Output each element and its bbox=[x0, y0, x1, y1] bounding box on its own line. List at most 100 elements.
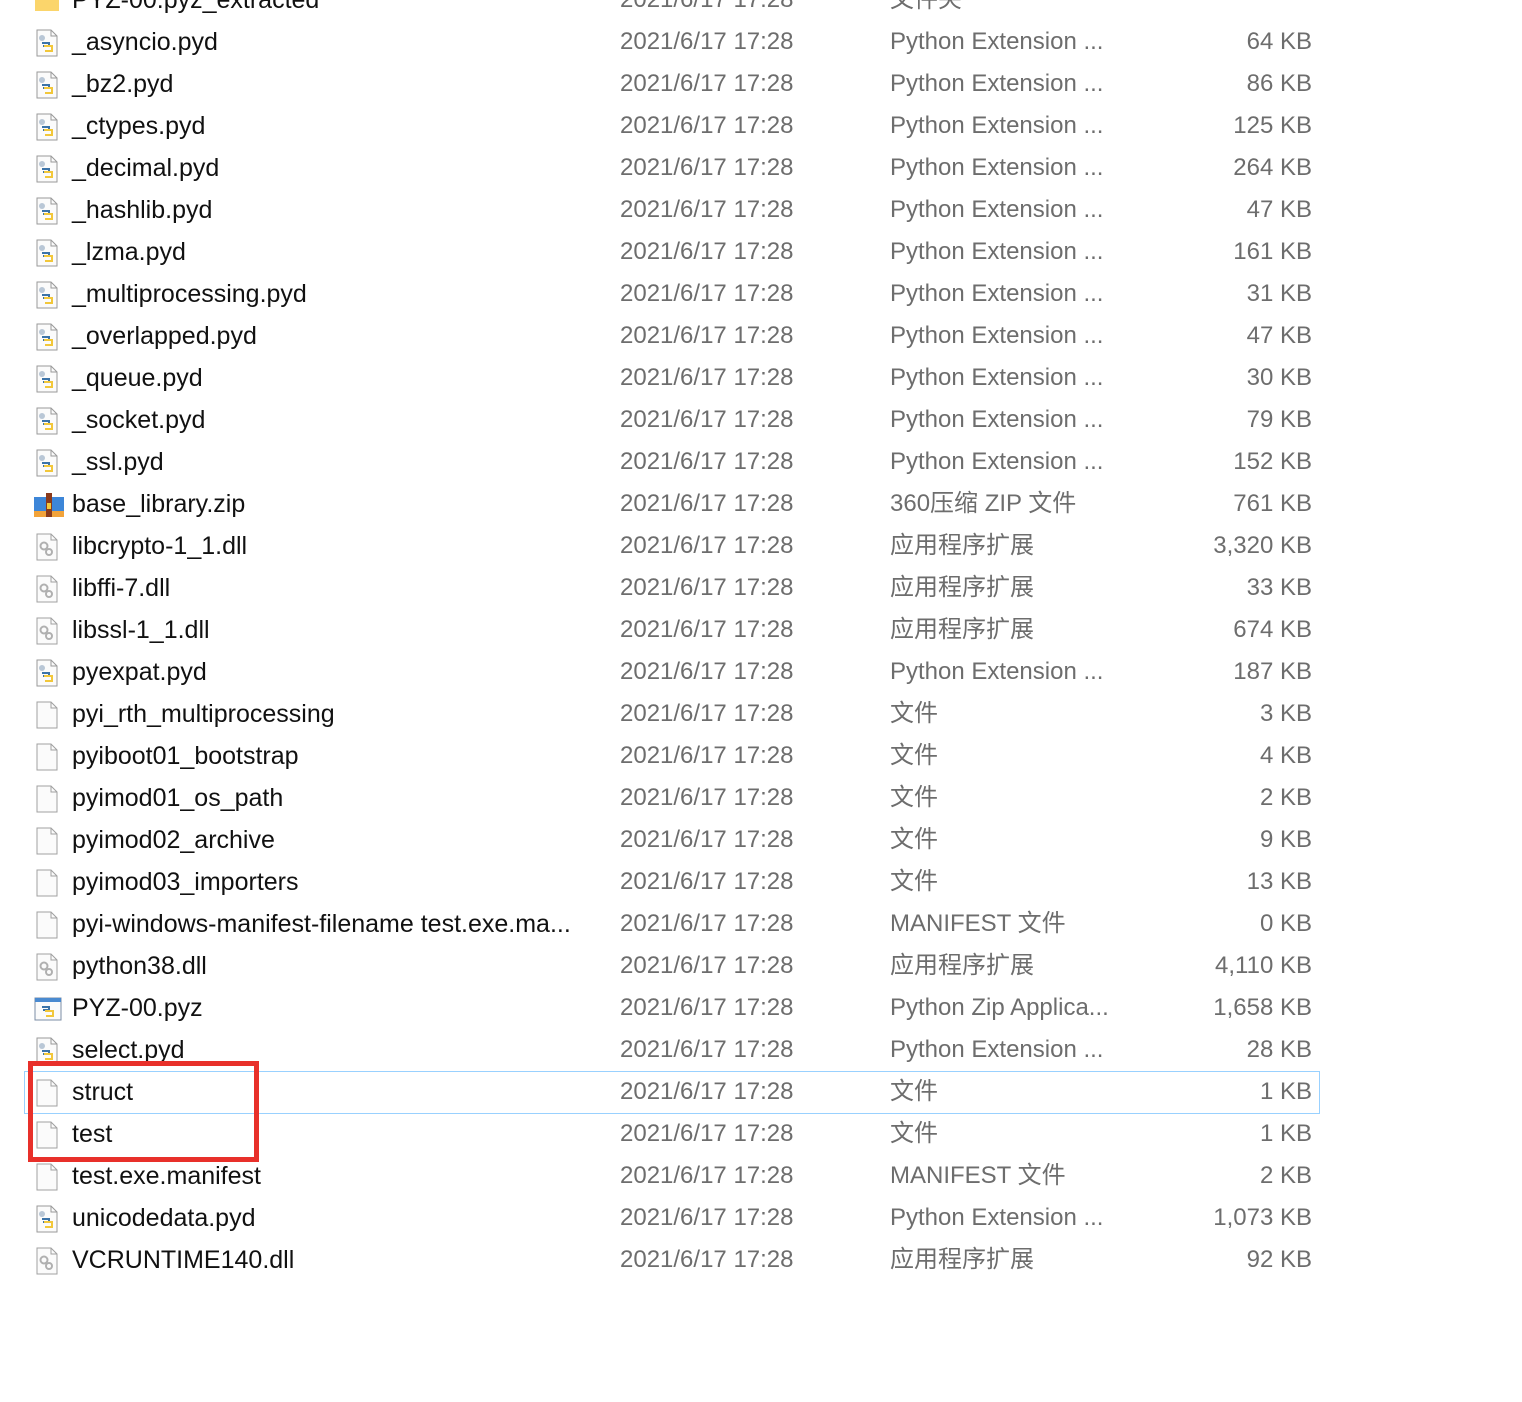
file-name[interactable]: VCRUNTIME140.dll bbox=[72, 1239, 294, 1281]
dll-file-icon bbox=[34, 533, 60, 561]
file-name[interactable]: _multiprocessing.pyd bbox=[72, 273, 307, 315]
file-type: 文件 bbox=[890, 1120, 938, 1147]
file-row[interactable]: _queue.pyd 2021/6/17 17:28 Python Extensio… bbox=[0, 357, 1522, 399]
file-date-modified: 2021/6/17 17:28 bbox=[620, 742, 794, 769]
file-size: 1 KB bbox=[1259, 1120, 1312, 1147]
file-type: MANIFEST 文件 bbox=[890, 910, 1066, 937]
file-type: Python Extension ... bbox=[890, 238, 1104, 265]
file-date-modified: 2021/6/17 17:28 bbox=[620, 406, 794, 433]
file-row[interactable]: pyi_rth_multiprocessing 2021/6/17 17:28 文件… bbox=[0, 693, 1522, 735]
file-size: 3 KB bbox=[1259, 700, 1312, 727]
file-name[interactable]: _lzma.pyd bbox=[72, 231, 186, 273]
file-name[interactable]: _decimal.pyd bbox=[72, 147, 219, 189]
file-type: Python Zip Applica... bbox=[890, 994, 1109, 1021]
file-name[interactable]: _hashlib.pyd bbox=[72, 189, 212, 231]
file-row[interactable]: python38.dll 2021/6/17 17:28 应用程序扩展 4,110 K… bbox=[0, 945, 1522, 987]
file-type: Python Extension ... bbox=[890, 364, 1104, 391]
file-name[interactable]: pyi-windows-manifest-filename test.exe.m… bbox=[72, 903, 571, 945]
python-zip-icon bbox=[34, 995, 62, 1023]
file-row[interactable]: libssl-1_1.dll 2021/6/17 17:28 应用程序扩展 674 K… bbox=[0, 609, 1522, 651]
file-type: 文件 bbox=[890, 784, 938, 811]
file-row[interactable]: pyiboot01_bootstrap 2021/6/17 17:28 文件 4 KB bbox=[0, 735, 1522, 777]
dll-file-icon bbox=[34, 953, 60, 981]
file-type: Python Extension ... bbox=[890, 1204, 1104, 1231]
file-row[interactable]: _bz2.pyd 2021/6/17 17:28 Python Extension … bbox=[0, 63, 1522, 105]
file-size: 13 KB bbox=[1246, 868, 1312, 895]
file-row[interactable]: unicodedata.pyd 2021/6/17 17:28 Python Ext… bbox=[0, 1197, 1522, 1239]
file-type: 360压缩 ZIP 文件 bbox=[890, 490, 1077, 517]
file-name[interactable]: libcrypto-1_1.dll bbox=[72, 525, 247, 567]
file-row[interactable]: base_library.zip 2021/6/17 17:28 360压缩 ZIP… bbox=[0, 483, 1522, 525]
file-date-modified: 2021/6/17 17:28 bbox=[620, 0, 794, 21]
python-file-icon bbox=[34, 449, 60, 477]
file-row[interactable]: struct 2021/6/17 17:28 文件 1 KB bbox=[0, 1071, 1522, 1114]
file-row[interactable]: pyexpat.pyd 2021/6/17 17:28 Python Extensi… bbox=[0, 651, 1522, 693]
file-date-modified: 2021/6/17 17:28 bbox=[620, 70, 794, 97]
file-row[interactable]: _hashlib.pyd 2021/6/17 17:28 Python Extens… bbox=[0, 189, 1522, 231]
file-name[interactable]: libssl-1_1.dll bbox=[72, 609, 210, 651]
file-name[interactable]: pyimod01_os_path bbox=[72, 777, 283, 819]
file-name[interactable]: _bz2.pyd bbox=[72, 63, 173, 105]
file-row[interactable]: pyimod01_os_path 2021/6/17 17:28 文件 2 KB bbox=[0, 777, 1522, 819]
file-name[interactable]: test bbox=[72, 1113, 112, 1155]
file-row[interactable]: pyimod02_archive 2021/6/17 17:28 文件 9 KB bbox=[0, 819, 1522, 861]
file-row[interactable]: _lzma.pyd 2021/6/17 17:28 Python Extension… bbox=[0, 231, 1522, 273]
file-size: 761 KB bbox=[1233, 490, 1312, 517]
file-row[interactable]: _overlapped.pyd 2021/6/17 17:28 Python Ext… bbox=[0, 315, 1522, 357]
file-row[interactable]: test 2021/6/17 17:28 文件 1 KB bbox=[0, 1113, 1522, 1155]
file-name[interactable]: pyexpat.pyd bbox=[72, 651, 207, 693]
file-name[interactable]: pyiboot01_bootstrap bbox=[72, 735, 299, 777]
dll-file-icon bbox=[34, 617, 60, 645]
file-size: 152 KB bbox=[1233, 448, 1312, 475]
file-size: 264 KB bbox=[1233, 154, 1312, 181]
file-size: 47 KB bbox=[1246, 322, 1312, 349]
file-name[interactable]: _socket.pyd bbox=[72, 399, 205, 441]
file-name[interactable]: PYZ-00.pyz bbox=[72, 987, 203, 1029]
file-name[interactable]: libffi-7.dll bbox=[72, 567, 170, 609]
file-type: 文件 bbox=[890, 826, 938, 853]
file-name[interactable]: test.exe.manifest bbox=[72, 1155, 261, 1197]
file-type: 应用程序扩展 bbox=[890, 952, 1034, 979]
file-size: 1 KB bbox=[1259, 1078, 1312, 1105]
file-size: 30 KB bbox=[1246, 364, 1312, 391]
file-row[interactable]: _asyncio.pyd 2021/6/17 17:28 Python Extens… bbox=[0, 21, 1522, 63]
file-name[interactable]: unicodedata.pyd bbox=[72, 1197, 255, 1239]
file-row[interactable]: PYZ-00.pyz_extracted 2021/6/17 17:28 文件夹 bbox=[0, 0, 1522, 21]
file-row[interactable]: _multiprocessing.pyd 2021/6/17 17:28 Pytho… bbox=[0, 273, 1522, 315]
file-row[interactable]: PYZ-00.pyz 2021/6/17 17:28 Python Zip Appl… bbox=[0, 987, 1522, 1029]
file-row[interactable]: libffi-7.dll 2021/6/17 17:28 应用程序扩展 33 KB bbox=[0, 567, 1522, 609]
file-row[interactable]: pyimod03_importers 2021/6/17 17:28 文件 13 KB bbox=[0, 861, 1522, 903]
file-size: 1,658 KB bbox=[1213, 994, 1312, 1021]
blank-file-icon bbox=[34, 869, 60, 897]
file-row[interactable]: test.exe.manifest 2021/6/17 17:28 MANIFEST… bbox=[0, 1155, 1522, 1197]
file-name[interactable]: pyimod02_archive bbox=[72, 819, 275, 861]
file-name[interactable]: PYZ-00.pyz_extracted bbox=[72, 0, 319, 21]
file-name[interactable]: _queue.pyd bbox=[72, 357, 203, 399]
file-size: 2 KB bbox=[1259, 1162, 1312, 1189]
file-name[interactable]: _asyncio.pyd bbox=[72, 21, 218, 63]
file-name[interactable]: _ctypes.pyd bbox=[72, 105, 205, 147]
file-type: Python Extension ... bbox=[890, 28, 1104, 55]
file-date-modified: 2021/6/17 17:28 bbox=[620, 574, 794, 601]
file-row[interactable]: select.pyd 2021/6/17 17:28 Python Extensio… bbox=[0, 1029, 1522, 1071]
file-type: 文件 bbox=[890, 742, 938, 769]
file-size: 4,110 KB bbox=[1215, 952, 1312, 979]
file-name[interactable]: pyimod03_importers bbox=[72, 861, 299, 903]
file-row[interactable]: VCRUNTIME140.dll 2021/6/17 17:28 应用程序扩展 92 … bbox=[0, 1239, 1522, 1281]
file-name[interactable]: _ssl.pyd bbox=[72, 441, 164, 483]
file-row[interactable]: _decimal.pyd 2021/6/17 17:28 Python Extens… bbox=[0, 147, 1522, 189]
file-name[interactable]: select.pyd bbox=[72, 1029, 185, 1071]
file-row[interactable]: _ssl.pyd 2021/6/17 17:28 Python Extension … bbox=[0, 441, 1522, 483]
file-date-modified: 2021/6/17 17:28 bbox=[620, 280, 794, 307]
file-row[interactable]: libcrypto-1_1.dll 2021/6/17 17:28 应用程序扩展 3,… bbox=[0, 525, 1522, 567]
file-row[interactable]: pyi-windows-manifest-filename test.exe.m… bbox=[0, 903, 1522, 945]
file-row[interactable]: _ctypes.pyd 2021/6/17 17:28 Python Extensi… bbox=[0, 105, 1522, 147]
file-name[interactable]: _overlapped.pyd bbox=[72, 315, 257, 357]
file-name[interactable]: base_library.zip bbox=[72, 483, 245, 525]
file-name[interactable]: struct bbox=[72, 1071, 133, 1113]
file-name[interactable]: pyi_rth_multiprocessing bbox=[72, 693, 335, 735]
file-date-modified: 2021/6/17 17:28 bbox=[620, 1246, 794, 1273]
file-row[interactable]: _socket.pyd 2021/6/17 17:28 Python Extensi… bbox=[0, 399, 1522, 441]
file-name[interactable]: python38.dll bbox=[72, 945, 207, 987]
file-date-modified: 2021/6/17 17:28 bbox=[620, 196, 794, 223]
